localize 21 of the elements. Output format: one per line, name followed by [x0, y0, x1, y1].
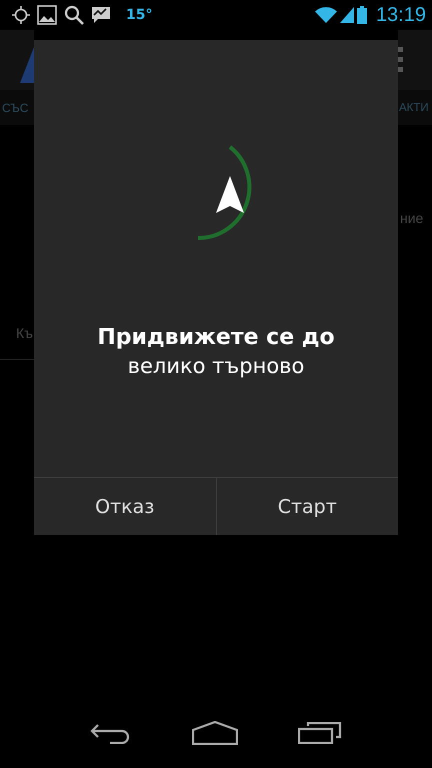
signal-icon [340, 7, 354, 23]
list-label: ние [399, 210, 424, 226]
clock: 13:19 [376, 4, 426, 26]
dialog-title: Придвижете се до [97, 325, 335, 350]
list-label: Къ [15, 325, 34, 341]
tab-label: СЪС [1, 100, 28, 114]
crosshair-icon [12, 6, 30, 24]
dialog-button[interactable]: Старт [216, 478, 398, 535]
wifi-icon [314, 7, 337, 23]
search-icon [64, 5, 84, 25]
home-icon[interactable] [192, 721, 238, 745]
tab-label: АКТИ [398, 102, 429, 114]
temperature: 15° [126, 7, 152, 23]
destination: велико търново [128, 354, 304, 378]
recent-apps-icon[interactable] [298, 722, 342, 744]
back-icon[interactable] [90, 722, 132, 744]
battery-icon [356, 6, 367, 24]
dialog-button[interactable]: Отказ [34, 478, 216, 535]
chart-message-icon [91, 5, 111, 25]
overflow-menu-icon [398, 47, 403, 73]
image-icon [37, 5, 57, 25]
